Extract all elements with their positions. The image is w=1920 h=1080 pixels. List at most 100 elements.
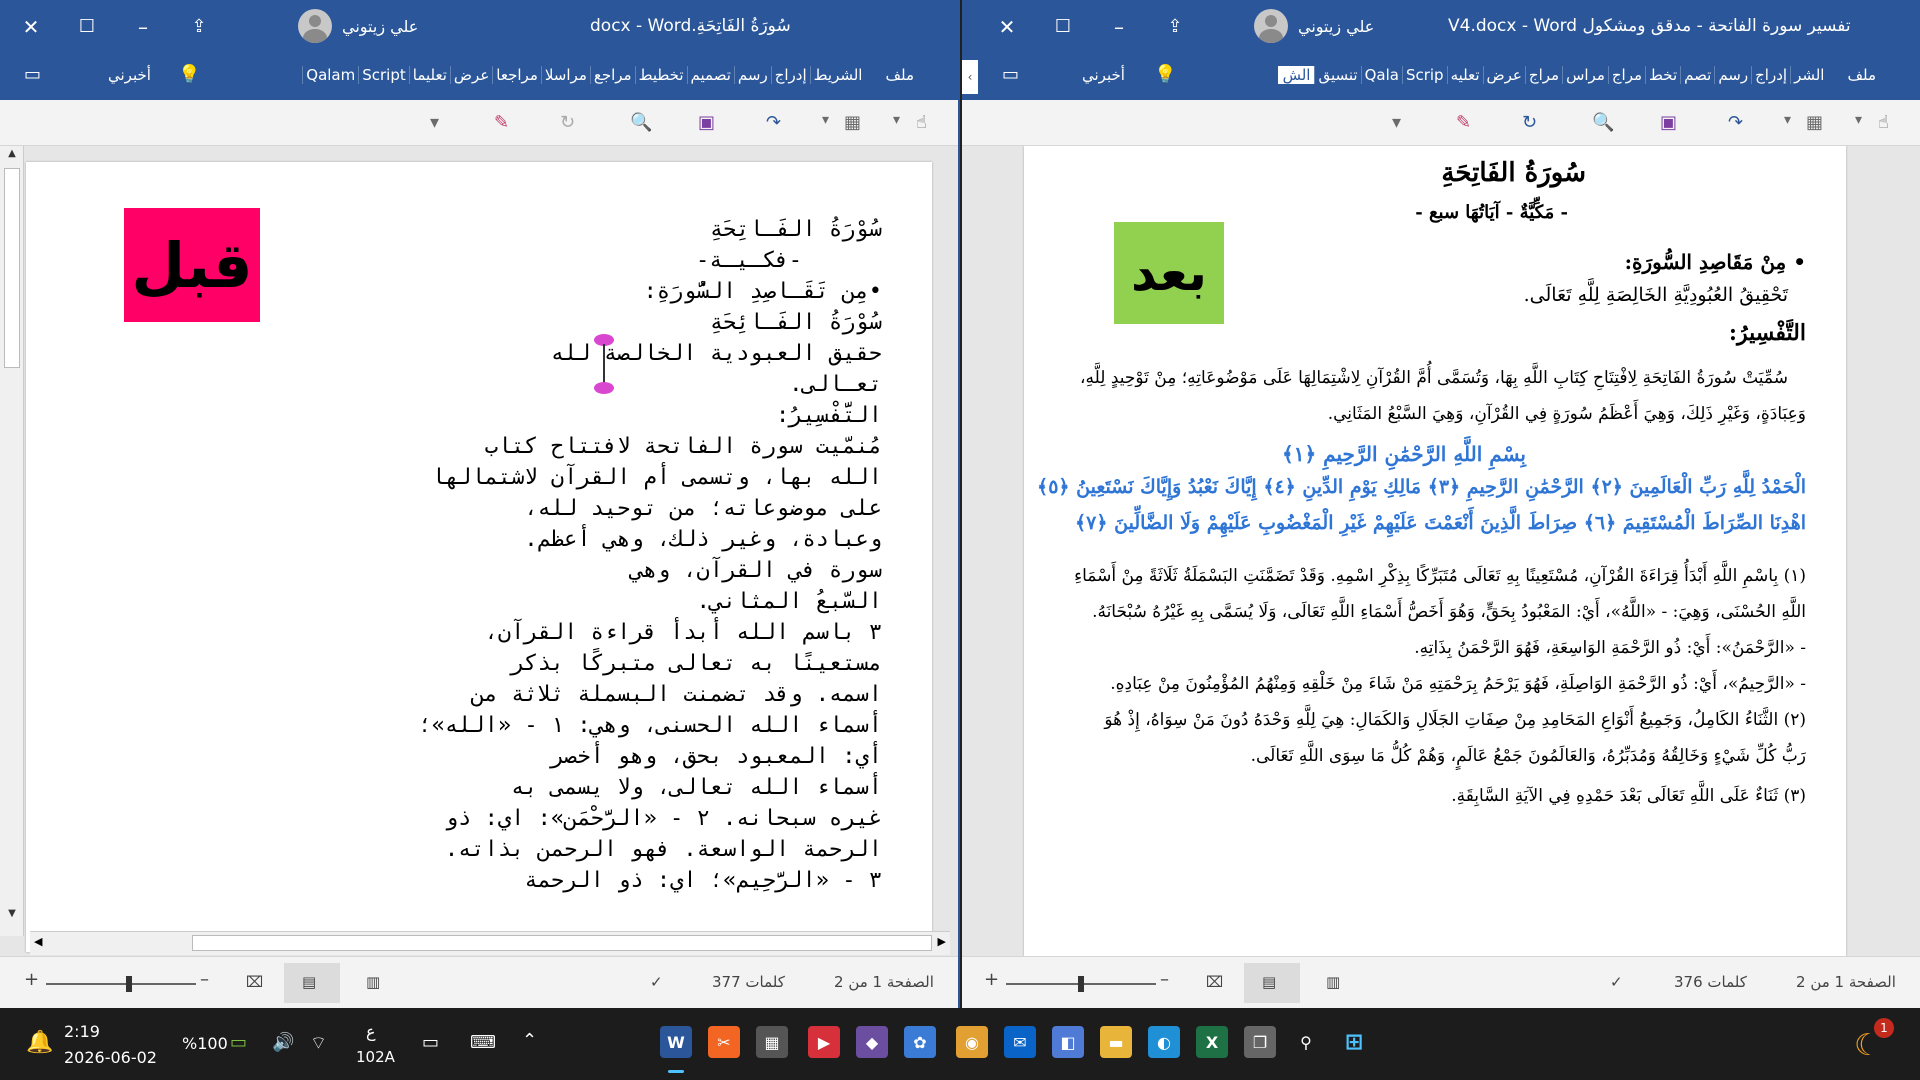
save-icon[interactable]: ▣	[698, 112, 715, 133]
youtube-app-icon[interactable]: ▶	[808, 1026, 840, 1058]
tab-mailings[interactable]: مراسلا	[540, 66, 590, 84]
tab-review[interactable]: مراجعا	[492, 66, 541, 84]
table-icon[interactable]: ▦	[844, 112, 861, 133]
ribbon-scroll-left-icon[interactable]: ‹	[962, 60, 978, 94]
minimize-icon[interactable]: –	[126, 10, 160, 44]
tab-references[interactable]: مراجع	[589, 66, 635, 84]
print-preview-icon[interactable]: 🔍	[1592, 112, 1614, 133]
tab-qalam[interactable]: Qalam	[302, 66, 358, 84]
tab-insert[interactable]: إدراج	[770, 66, 810, 84]
tab-insert[interactable]: إدراج	[1751, 66, 1790, 84]
word-app-icon[interactable]: W	[660, 1026, 692, 1058]
tell-me-label[interactable]: أخبرني	[108, 66, 151, 84]
print-preview-icon[interactable]: 🔍	[630, 112, 652, 133]
minimize-icon[interactable]: –	[1102, 10, 1136, 44]
proofing-icon[interactable]: ✓	[650, 973, 663, 991]
redo-icon[interactable]: ↻	[1522, 112, 1537, 133]
clock-time[interactable]: 2:19	[64, 1022, 100, 1041]
battery-icon[interactable]: ▭	[230, 1032, 247, 1053]
search-icon[interactable]: ⚲	[1290, 1026, 1322, 1058]
read-mode-icon[interactable]: ▥	[1326, 973, 1340, 991]
read-mode-icon[interactable]: ▥	[366, 973, 380, 991]
print-layout-view[interactable]: ▤	[284, 963, 340, 1003]
desktop-switch-icon[interactable]: ▭	[422, 1032, 439, 1053]
notification-bell-icon[interactable]: 🔔	[26, 1030, 53, 1055]
word-count[interactable]: 377 كلمات	[712, 973, 785, 991]
dropdown-icon[interactable]: ▾	[1392, 112, 1401, 133]
ribbon-display-icon[interactable]: ⇪	[182, 10, 216, 44]
zoom-out-icon[interactable]: –	[1160, 969, 1169, 990]
comments-icon[interactable]: ▭	[1002, 64, 1019, 85]
scroll-up-icon[interactable]: ▲	[2, 148, 22, 166]
ribbon-display-icon[interactable]: ⇪	[1158, 10, 1192, 44]
zoom-slider[interactable]	[1006, 976, 1156, 992]
battery-percent[interactable]: %100	[182, 1034, 228, 1053]
clock-date[interactable]: 2026-06-02	[64, 1048, 157, 1067]
tab-help[interactable]: تعليه	[1446, 66, 1483, 84]
tab-layout[interactable]: تخطيط	[634, 66, 687, 84]
user-account[interactable]: علي زيتوني	[298, 8, 418, 44]
keyboard-layout[interactable]: 102A	[356, 1048, 395, 1066]
focus-icon[interactable]: ⌧	[1206, 973, 1223, 991]
start-icon[interactable]: ⊞	[1338, 1026, 1370, 1058]
dropdown-icon[interactable]: ▾	[1855, 112, 1862, 128]
tab-file[interactable]: ملف	[865, 66, 928, 84]
proofing-icon[interactable]: ✓	[1610, 973, 1623, 991]
maximize-icon[interactable]: ☐	[1046, 10, 1080, 44]
tab-layout[interactable]: تخط	[1645, 66, 1680, 84]
user-account[interactable]: علي زيتوني	[1254, 8, 1374, 44]
chrome-app-icon[interactable]: ◉	[956, 1026, 988, 1058]
zoom-in-icon[interactable]: +	[984, 969, 999, 990]
document-page[interactable]: سُورَةُ الفَاتِحَةِ - مَكِّيَّةٌ - آيَات…	[1024, 146, 1846, 956]
dropdown-icon[interactable]: ▾	[1784, 112, 1791, 128]
tab-ribbon[interactable]: الشريط	[809, 66, 866, 84]
focus-icon[interactable]: ⌧	[246, 973, 263, 991]
scroll-thumb[interactable]	[4, 168, 20, 368]
wifi-icon[interactable]: ⌔	[310, 1032, 327, 1055]
close-icon[interactable]: ✕	[990, 10, 1024, 44]
zoom-slider[interactable]	[46, 976, 196, 992]
dropdown-icon[interactable]: ▾	[430, 112, 439, 133]
tab-shape[interactable]: الش	[1277, 66, 1315, 84]
tab-draw[interactable]: رسم	[1714, 66, 1751, 84]
scroll-right-icon[interactable]: ▶	[938, 935, 946, 948]
tab-mailings[interactable]: مراس	[1562, 66, 1608, 84]
tab-design[interactable]: تصم	[1680, 66, 1714, 84]
redo-icon[interactable]: ↻	[560, 112, 575, 133]
close-icon[interactable]: ✕	[14, 10, 48, 44]
print-layout-view[interactable]: ▤	[1244, 963, 1300, 1003]
volume-icon[interactable]: 🔊	[272, 1032, 294, 1053]
word-count[interactable]: 376 كلمات	[1674, 973, 1747, 991]
tab-design[interactable]: تصميم	[686, 66, 734, 84]
tell-me-label[interactable]: أخبرني	[1082, 66, 1125, 84]
tab-script[interactable]: Scrip	[1401, 66, 1447, 84]
page-number[interactable]: الصفحة 1 من 2	[1796, 973, 1896, 991]
lightbulb-icon[interactable]: 💡	[178, 64, 200, 85]
zoom-out-icon[interactable]: –	[200, 969, 209, 990]
chevron-up-icon[interactable]: ⌃	[522, 1030, 537, 1051]
dropdown-icon[interactable]: ▾	[822, 112, 829, 128]
app-icon[interactable]: ◆	[856, 1026, 888, 1058]
undo-icon[interactable]: ↷	[766, 112, 781, 133]
scroll-left-icon[interactable]: ◀	[34, 935, 42, 948]
tab-ribbon[interactable]: الشر	[1790, 66, 1827, 84]
lightbulb-icon[interactable]: 💡	[1154, 64, 1176, 85]
tab-view[interactable]: عرض	[449, 66, 492, 84]
snipping-app-icon[interactable]: ✂	[708, 1026, 740, 1058]
save-icon[interactable]: ▣	[1660, 112, 1677, 133]
touch-keyboard-icon[interactable]: ⌨	[470, 1032, 496, 1053]
task-view-icon[interactable]: ❐	[1244, 1026, 1276, 1058]
tab-file[interactable]: ملف	[1827, 66, 1890, 84]
tab-help[interactable]: تعليما	[408, 66, 450, 84]
tab-references[interactable]: مراج	[1607, 66, 1645, 84]
excel-app-icon[interactable]: X	[1196, 1026, 1228, 1058]
text-selection-handle[interactable]	[593, 334, 615, 394]
clear-format-icon[interactable]: ✎	[1456, 112, 1471, 133]
weather-widget[interactable]: ☾ 1	[1854, 1018, 1894, 1064]
scroll-thumb[interactable]	[192, 935, 932, 951]
store-app-icon[interactable]: ◧	[1052, 1026, 1084, 1058]
calculator-app-icon[interactable]: ▦	[756, 1026, 788, 1058]
colorful-app-icon[interactable]: ✿	[904, 1026, 936, 1058]
touch-mode-icon[interactable]: ☝	[916, 112, 927, 133]
zoom-in-icon[interactable]: +	[24, 969, 39, 990]
